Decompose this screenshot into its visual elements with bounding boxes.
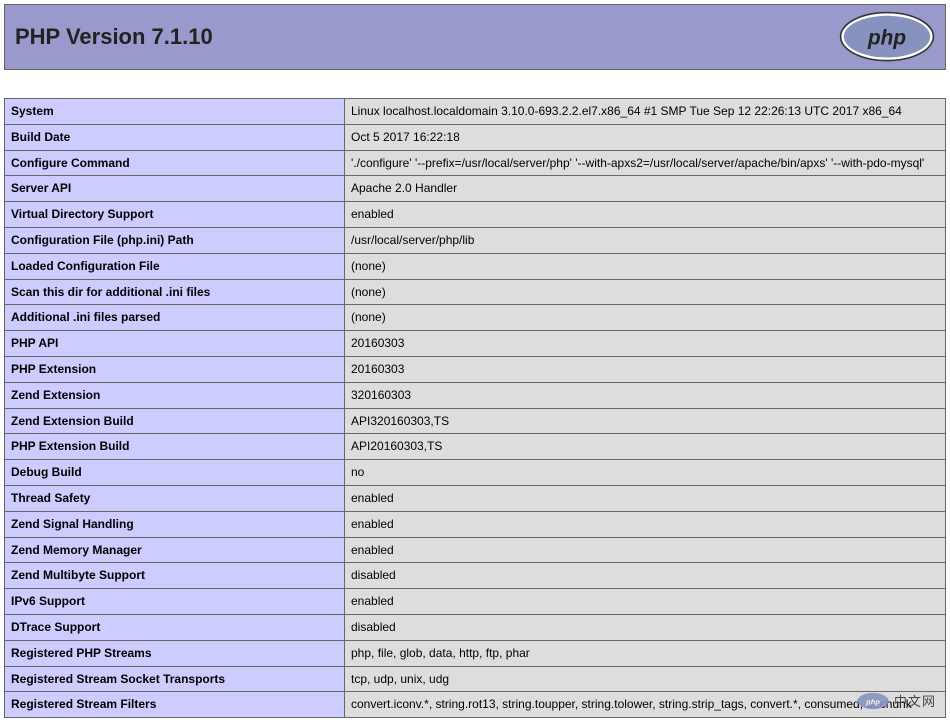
row-value: enabled	[345, 537, 946, 563]
row-label: Virtual Directory Support	[5, 202, 345, 228]
page-header: PHP Version 7.1.10 php	[4, 4, 946, 70]
table-row: Server APIApache 2.0 Handler	[5, 176, 946, 202]
table-row: Zend Extension320160303	[5, 382, 946, 408]
table-row: Zend Multibyte Supportdisabled	[5, 563, 946, 589]
row-value: php, file, glob, data, http, ftp, phar	[345, 640, 946, 666]
row-label: Server API	[5, 176, 345, 202]
php-icon: php	[856, 692, 890, 710]
row-label: Zend Multibyte Support	[5, 563, 345, 589]
row-label: DTrace Support	[5, 614, 345, 640]
row-label: Scan this dir for additional .ini files	[5, 279, 345, 305]
row-label: Additional .ini files parsed	[5, 305, 345, 331]
row-label: Configure Command	[5, 150, 345, 176]
row-value: (none)	[345, 305, 946, 331]
row-label: Zend Extension	[5, 382, 345, 408]
row-label: Zend Signal Handling	[5, 511, 345, 537]
row-value: enabled	[345, 589, 946, 615]
row-value: API20160303,TS	[345, 434, 946, 460]
row-value: API320160303,TS	[345, 408, 946, 434]
row-value: Oct 5 2017 16:22:18	[345, 124, 946, 150]
table-row: PHP Extension20160303	[5, 356, 946, 382]
row-label: IPv6 Support	[5, 589, 345, 615]
row-label: Build Date	[5, 124, 345, 150]
row-value: (none)	[345, 279, 946, 305]
table-row: Registered Stream Socket Transportstcp, …	[5, 666, 946, 692]
table-row: DTrace Supportdisabled	[5, 614, 946, 640]
table-row: PHP API20160303	[5, 331, 946, 357]
row-value: enabled	[345, 511, 946, 537]
row-label: Configuration File (php.ini) Path	[5, 227, 345, 253]
row-label: Debug Build	[5, 460, 345, 486]
table-row: Thread Safetyenabled	[5, 485, 946, 511]
row-value: './configure' '--prefix=/usr/local/serve…	[345, 150, 946, 176]
table-row: Debug Buildno	[5, 460, 946, 486]
page-title: PHP Version 7.1.10	[15, 24, 213, 50]
row-value: tcp, udp, unix, udg	[345, 666, 946, 692]
row-label: PHP Extension Build	[5, 434, 345, 460]
table-row: Additional .ini files parsed(none)	[5, 305, 946, 331]
table-row: Loaded Configuration File(none)	[5, 253, 946, 279]
php-logo: php	[839, 11, 935, 63]
row-value: no	[345, 460, 946, 486]
php-info-table: SystemLinux localhost.localdomain 3.10.0…	[4, 98, 946, 718]
table-row: Virtual Directory Supportenabled	[5, 202, 946, 228]
row-label: Thread Safety	[5, 485, 345, 511]
table-row: Build DateOct 5 2017 16:22:18	[5, 124, 946, 150]
row-label: Zend Memory Manager	[5, 537, 345, 563]
table-row: PHP Extension BuildAPI20160303,TS	[5, 434, 946, 460]
row-value: 320160303	[345, 382, 946, 408]
row-value: 20160303	[345, 356, 946, 382]
table-row: Registered PHP Streamsphp, file, glob, d…	[5, 640, 946, 666]
table-row: Zend Extension BuildAPI320160303,TS	[5, 408, 946, 434]
row-label: PHP Extension	[5, 356, 345, 382]
row-label: PHP API	[5, 331, 345, 357]
watermark-text: 中文网	[894, 691, 936, 710]
row-value: Apache 2.0 Handler	[345, 176, 946, 202]
row-label: Registered Stream Socket Transports	[5, 666, 345, 692]
row-value: disabled	[345, 563, 946, 589]
table-row: Scan this dir for additional .ini files(…	[5, 279, 946, 305]
svg-text:php: php	[865, 697, 880, 706]
watermark: php 中文网	[856, 691, 936, 710]
table-row: IPv6 Supportenabled	[5, 589, 946, 615]
table-row: SystemLinux localhost.localdomain 3.10.0…	[5, 99, 946, 125]
table-row: Configure Command'./configure' '--prefix…	[5, 150, 946, 176]
table-row: Registered Stream Filtersconvert.iconv.*…	[5, 692, 946, 718]
table-row: Configuration File (php.ini) Path/usr/lo…	[5, 227, 946, 253]
row-value: enabled	[345, 202, 946, 228]
row-label: Registered Stream Filters	[5, 692, 345, 718]
row-value: disabled	[345, 614, 946, 640]
row-value: (none)	[345, 253, 946, 279]
row-value: 20160303	[345, 331, 946, 357]
row-value: Linux localhost.localdomain 3.10.0-693.2…	[345, 99, 946, 125]
row-label: Registered PHP Streams	[5, 640, 345, 666]
table-row: Zend Signal Handlingenabled	[5, 511, 946, 537]
svg-text:php: php	[867, 27, 906, 50]
row-label: Loaded Configuration File	[5, 253, 345, 279]
row-label: System	[5, 99, 345, 125]
table-row: Zend Memory Managerenabled	[5, 537, 946, 563]
row-value: enabled	[345, 485, 946, 511]
row-label: Zend Extension Build	[5, 408, 345, 434]
row-value: /usr/local/server/php/lib	[345, 227, 946, 253]
